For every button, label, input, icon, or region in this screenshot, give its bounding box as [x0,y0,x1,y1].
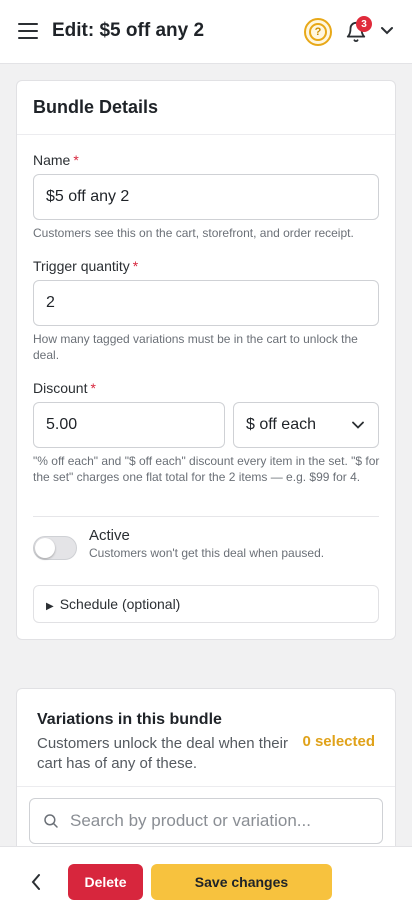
required-mark: * [132,258,139,274]
trigger-label-text: Trigger quantity [33,258,130,274]
active-label: Active [89,527,130,544]
discount-label: Discount * [33,380,96,396]
help-symbol: ? [309,23,327,41]
name-label: Name * [33,152,79,168]
selected-count: 0 selected [302,733,375,750]
discount-type-value: $ off each [246,416,316,433]
top-bar: Edit: $5 off any 2 ? 3 [0,0,412,64]
search-placeholder: Search by product or variation... [70,811,311,830]
variations-subtitle: Customers unlock the deal when their car… [37,735,288,772]
chevron-left-icon[interactable] [30,873,42,891]
search-icon [44,814,58,828]
card-title: Bundle Details [17,81,395,135]
bottom-action-bar: Delete Save changes [0,846,412,915]
active-toggle[interactable] [33,536,77,560]
active-help-text: Customers won't get this deal when pause… [89,546,325,560]
variations-title: Variations in this bundle [37,711,222,728]
search-input[interactable]: Search by product or variation... [29,798,383,844]
trigger-quantity-input[interactable]: 2 [33,280,379,326]
discount-label-text: Discount [33,380,88,396]
delete-button[interactable]: Delete [68,864,143,900]
page-title: Edit: $5 off any 2 [52,20,205,41]
schedule-label: Schedule (optional) [59,596,181,612]
required-mark: * [90,380,96,396]
trigger-help-text: How many tagged variations must be in th… [33,332,358,362]
discount-type-select[interactable]: $ off each [233,402,379,448]
name-label-text: Name [33,152,71,168]
required-mark: * [73,152,79,168]
help-icon[interactable]: ? [304,18,332,46]
divider [17,786,395,787]
menu-icon[interactable] [18,23,38,41]
discount-amount-input[interactable]: 5.00 [33,402,225,448]
name-input[interactable]: $5 off any 2 [33,174,379,220]
save-changes-button[interactable]: Save changes [151,864,332,900]
discount-help-text: "% off each" and "$ off each" discount e… [33,454,380,484]
divider [33,516,379,517]
trigger-quantity-label: Trigger quantity * [33,258,138,274]
bundle-details-card: Bundle Details Name * $5 off any 2 Custom… [16,80,396,640]
caret-right-icon: ▶ [46,601,54,612]
name-help-text: Customers see this on the cart, storefro… [33,226,354,240]
chevron-down-icon [352,421,364,429]
schedule-disclosure[interactable]: ▶ Schedule (optional) [33,585,379,623]
chevron-down-icon[interactable] [380,26,394,36]
toggle-knob [35,538,55,558]
notification-badge: 3 [356,16,372,32]
